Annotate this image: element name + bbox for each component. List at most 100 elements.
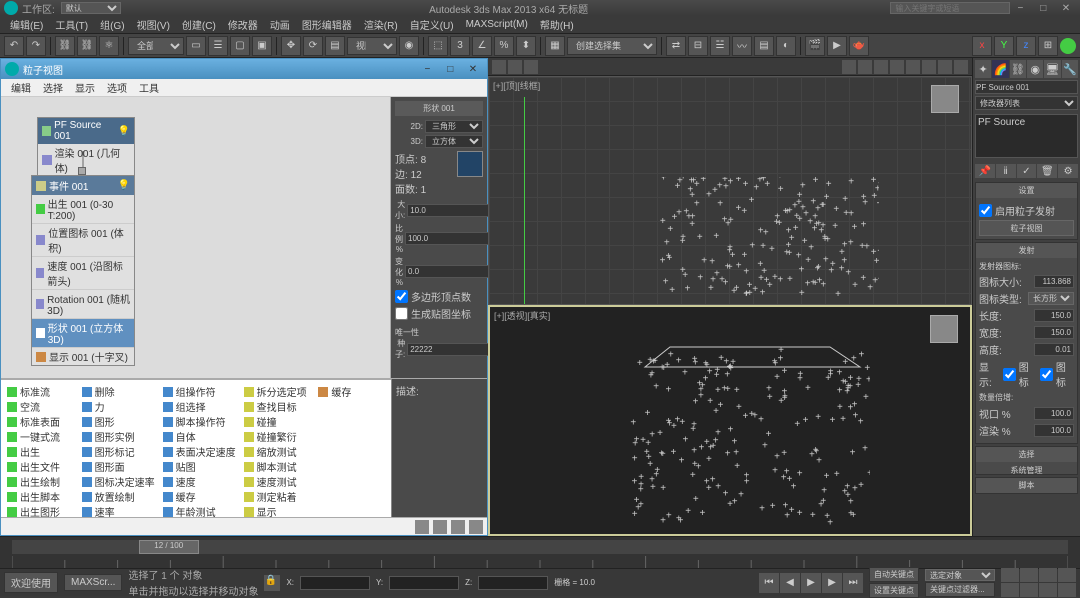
show-result-icon[interactable]: ⅱ — [996, 164, 1016, 178]
param-3d-dropdown[interactable]: 立方体 — [425, 135, 483, 148]
zoom-extents-icon[interactable] — [1058, 568, 1076, 582]
maximize-vp-icon[interactable] — [1058, 583, 1076, 597]
vp-tool-icon[interactable] — [842, 60, 856, 74]
depot-item[interactable]: 速度 — [161, 474, 238, 489]
viewport-label[interactable]: [+][顶][线框] — [493, 79, 540, 92]
vp-tool-icon[interactable] — [492, 60, 506, 74]
remove-icon[interactable]: 🗑 — [1037, 164, 1057, 178]
depot-item[interactable]: 缓存 — [316, 384, 387, 399]
selection-filter-dropdown[interactable]: 全部 — [128, 37, 184, 55]
viewport-top[interactable]: [+][顶][线框] +++++++++++++++++++++++++++++… — [488, 76, 972, 305]
create-tab-icon[interactable]: ✦ — [975, 60, 991, 78]
depot-item[interactable]: 标准流 — [5, 384, 76, 399]
depot-item[interactable]: 缩放测试 — [242, 444, 313, 459]
depot-item[interactable]: 图形面 — [80, 459, 157, 474]
goto-end-button[interactable]: ⏭ — [843, 573, 863, 593]
z-coord-input[interactable] — [478, 576, 548, 590]
pv-menu-options[interactable]: 选项 — [101, 80, 133, 95]
modifier-list-dropdown[interactable]: 修改器列表 — [975, 96, 1078, 110]
param-2d-dropdown[interactable]: 三角形 — [425, 120, 483, 133]
link-button[interactable]: ⛓ — [55, 36, 75, 56]
depot-item[interactable]: 出生脚本 — [5, 489, 76, 504]
welcome-button[interactable]: 欢迎使用 — [4, 572, 58, 593]
flow-display-row[interactable]: 显示 001 (十字叉) — [32, 348, 134, 365]
undo-button[interactable]: ↶ — [4, 36, 24, 56]
play-button[interactable]: ▶ — [801, 573, 821, 593]
depot-item[interactable]: 出生图形 — [5, 504, 76, 517]
depot-item[interactable]: 一键式流 — [5, 429, 76, 444]
depot-item[interactable]: 速率 — [80, 504, 157, 517]
zoom-icon[interactable] — [1001, 568, 1019, 582]
pv-depot[interactable]: 标准流空流标准表面一键式流出生出生文件出生绘制出生脚本出生图形位置图标位置对象旋… — [1, 379, 391, 517]
y-coord-input[interactable] — [389, 576, 459, 590]
show-icon-checkbox[interactable] — [1003, 368, 1016, 381]
flow-event-node[interactable]: 事件 001💡 出生 001 (0-30 T:200) 位置图标 001 (体积… — [31, 175, 135, 366]
depot-item[interactable]: 速度测试 — [242, 474, 313, 489]
lock-icon[interactable]: 🔒 — [264, 575, 280, 591]
x-coord-input[interactable] — [300, 576, 370, 590]
depot-item[interactable]: 表面决定速度 — [161, 444, 238, 459]
align-button[interactable]: ⊟ — [688, 36, 708, 56]
render-pct-input[interactable] — [1034, 424, 1074, 437]
unlink-button[interactable]: ⛓ — [77, 36, 97, 56]
vp-tool-icon[interactable] — [906, 60, 920, 74]
pv-flow-canvas[interactable]: PF Source 001💡 渲染 001 (几何体) 事件 001💡 出生 0… — [1, 97, 391, 378]
toggle-button[interactable]: ⊞ — [1038, 36, 1058, 56]
mirror-button[interactable]: ⇄ — [666, 36, 686, 56]
angle-snap-button[interactable]: ∠ — [472, 36, 492, 56]
menu-edit[interactable]: 编辑(E) — [4, 17, 49, 32]
depot-item[interactable]: 查找目标 — [242, 399, 313, 414]
viewport-perspective[interactable]: [+][透视][真实] ++++++++++++++++++++++++++++… — [488, 305, 972, 536]
menu-create[interactable]: 创建(C) — [176, 17, 222, 32]
setkey-button[interactable]: 设置关键点 — [869, 583, 919, 598]
pv-tool-icon[interactable] — [451, 520, 465, 534]
move-button[interactable]: ✥ — [281, 36, 301, 56]
select-name-button[interactable]: ☰ — [208, 36, 228, 56]
pivot-button[interactable]: ◉ — [399, 36, 419, 56]
lightbulb-icon[interactable]: 💡 — [118, 126, 130, 137]
pv-menu-edit[interactable]: 编辑 — [5, 80, 37, 95]
close-icon[interactable]: ✕ — [1056, 3, 1076, 14]
genmap-checkbox[interactable] — [395, 307, 408, 320]
slider-thumb[interactable]: 12 / 100 — [139, 540, 199, 554]
menu-render[interactable]: 渲染(R) — [358, 17, 404, 32]
vp-tool-icon[interactable] — [524, 60, 538, 74]
lightbulb-icon[interactable]: 💡 — [118, 180, 130, 191]
pv-maximize-icon[interactable]: □ — [440, 64, 460, 75]
manipulate-button[interactable]: ⬚ — [428, 36, 448, 56]
depot-item[interactable]: 碰撞繁衍 — [242, 429, 313, 444]
depot-item[interactable]: 图形 — [80, 414, 157, 429]
depot-item[interactable]: 出生 — [5, 444, 76, 459]
autokey-button[interactable]: 自动关键点 — [869, 567, 919, 582]
maximize-icon[interactable]: □ — [1033, 3, 1053, 14]
pv-titlebar[interactable]: 粒子视图 − □ ✕ — [1, 59, 487, 79]
depot-item[interactable]: 组操作符 — [161, 384, 238, 399]
motion-tab-icon[interactable]: ◉ — [1027, 60, 1043, 78]
rollout-emit-header[interactable]: 发射 — [976, 243, 1077, 258]
icon-size-input[interactable] — [1034, 275, 1074, 288]
depot-item[interactable]: 放置绘制 — [80, 489, 157, 504]
vp-tool-icon[interactable] — [954, 60, 968, 74]
flow-birth-row[interactable]: 出生 001 (0-30 T:200) — [32, 195, 134, 224]
menu-customize[interactable]: 自定义(U) — [404, 17, 460, 32]
workspace-dropdown[interactable]: 默认 — [61, 2, 121, 14]
select-button[interactable]: ▭ — [186, 36, 206, 56]
depot-item[interactable]: 组选择 — [161, 399, 238, 414]
pan-icon[interactable] — [1001, 583, 1019, 597]
depot-item[interactable]: 年龄测试 — [161, 504, 238, 517]
percent-snap-button[interactable]: % — [494, 36, 514, 56]
window-crossing-button[interactable]: ▣ — [252, 36, 272, 56]
curve-editor-button[interactable]: 〰 — [732, 36, 752, 56]
render-setup-button[interactable]: 🎬 — [805, 36, 825, 56]
height-input[interactable] — [1034, 343, 1074, 356]
enable-emit-checkbox[interactable] — [979, 204, 992, 217]
vp-tool-icon[interactable] — [874, 60, 888, 74]
viewport-pct-input[interactable] — [1034, 407, 1074, 420]
menu-tools[interactable]: 工具(T) — [49, 17, 94, 32]
pv-minimize-icon[interactable]: − — [417, 64, 437, 75]
flow-shape-row[interactable]: 形状 001 (立方体 3D) — [32, 319, 134, 348]
depot-item[interactable]: 删除 — [80, 384, 157, 399]
vp-tool-icon[interactable] — [858, 60, 872, 74]
unique-icon[interactable]: ✓ — [1017, 164, 1037, 178]
ref-coord-dropdown[interactable]: 视图 — [347, 37, 397, 55]
